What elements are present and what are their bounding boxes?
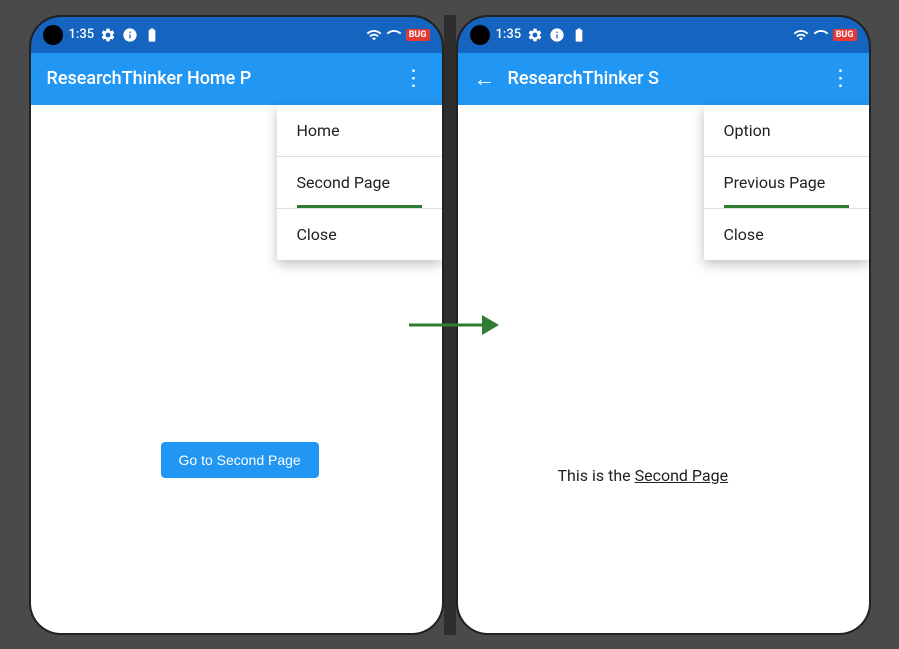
menu-item-second-page[interactable]: Second Page <box>277 157 442 208</box>
app-title-2: ResearchThinker S <box>508 68 659 89</box>
phone-1-content: Home Second Page Close Go to Second Page <box>31 105 442 633</box>
menu-icon-2[interactable]: ⋮ <box>830 66 853 91</box>
dropdown-menu-2: Option Previous Page Close <box>704 105 869 260</box>
menu-item-close-1[interactable]: Close <box>277 209 442 260</box>
status-right-1: BUG <box>366 27 430 43</box>
settings-icon <box>100 27 116 43</box>
menu-item-previous-page[interactable]: Previous Page <box>704 157 869 208</box>
status-bar-2: 1:35 BUG <box>458 17 869 53</box>
settings-icon-2 <box>527 27 543 43</box>
camera-icon <box>43 25 63 45</box>
menu-item-home[interactable]: Home <box>277 105 442 156</box>
menu-icon-1[interactable]: ⋮ <box>403 66 426 91</box>
camera-icon-2 <box>470 25 490 45</box>
info-icon <box>122 27 138 43</box>
status-right-2: BUG <box>793 27 857 43</box>
signal-icon-2 <box>813 27 829 43</box>
phone-2-content: Option Previous Page Close This is the S… <box>458 105 869 633</box>
wifi-icon-2 <box>793 27 809 43</box>
signal-icon <box>386 27 402 43</box>
info-icon-2 <box>549 27 565 43</box>
app-bar-2: ← ResearchThinker S ⋮ <box>458 53 869 105</box>
time-2: 1:35 <box>496 27 522 42</box>
second-page-link[interactable]: Second Page <box>635 466 729 485</box>
second-page-body: This is the Second Page <box>558 466 729 485</box>
goto-second-page-button[interactable]: Go to Second Page <box>161 442 319 478</box>
menu-header-option: Option <box>704 105 869 156</box>
navigation-arrow <box>404 305 504 345</box>
status-bar-1: 1:35 BUG <box>31 17 442 53</box>
phone-1: 1:35 BUG ResearchThinker Home P ⋮ <box>29 15 444 635</box>
body-text: This is the <box>558 466 631 485</box>
wifi-icon <box>366 27 382 43</box>
menu-item-close-2[interactable]: Close <box>704 209 869 260</box>
app-bar-1: ResearchThinker Home P ⋮ <box>31 53 442 105</box>
battery-icon <box>144 27 160 43</box>
time-1: 1:35 <box>69 27 95 42</box>
debug-badge-2: BUG <box>833 29 857 41</box>
debug-badge-1: BUG <box>406 29 430 41</box>
dropdown-menu-1: Home Second Page Close <box>277 105 442 260</box>
battery-icon-2 <box>571 27 587 43</box>
back-button[interactable]: ← <box>474 66 496 92</box>
phone-2: 1:35 BUG ← ResearchThinker S ⋮ Opti <box>456 15 871 635</box>
app-title-1: ResearchThinker Home P <box>47 68 252 89</box>
